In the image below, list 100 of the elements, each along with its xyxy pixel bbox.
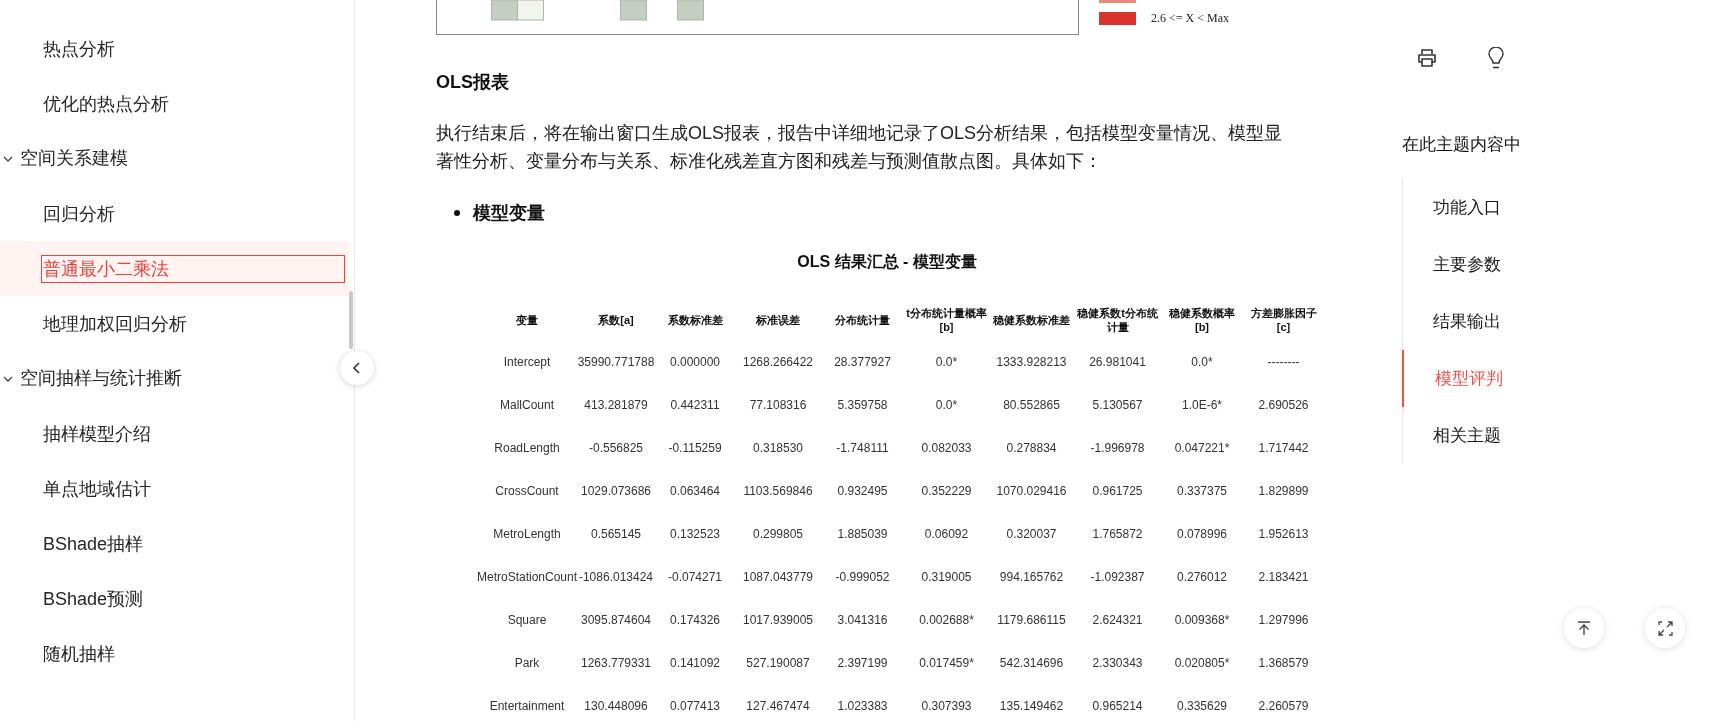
- table-cell-text: 0.299805: [751, 525, 805, 543]
- table-cell-text: -0.115259: [667, 439, 723, 457]
- table-cell-text: -1.092387: [1089, 568, 1146, 586]
- table-cell-text: 1263.779331: [579, 654, 653, 672]
- sidebar-item[interactable]: 普通最小二乘法: [0, 241, 349, 296]
- table-cell-text: 0.320037: [1005, 525, 1058, 543]
- expand-arrows-icon: [1657, 620, 1673, 636]
- print-button[interactable]: [1415, 46, 1439, 70]
- chevron-down-icon: [3, 375, 13, 382]
- sidebar-item[interactable]: 热点分析: [0, 21, 349, 76]
- lightbulb-icon: [1488, 46, 1504, 70]
- toc-link[interactable]: 结果输出: [1403, 293, 1602, 350]
- table-cell-text: Intercept: [502, 353, 552, 371]
- table-cell-text: 26.981041: [1088, 353, 1147, 371]
- column-header: 分布统计量: [834, 313, 891, 327]
- table-cell-text: MetroLength: [492, 525, 562, 543]
- table-cell-text: --------: [1266, 353, 1301, 371]
- table-cell-text: 2.690526: [1257, 396, 1310, 414]
- table-cell-text: 1.023383: [836, 697, 889, 715]
- table-cell-text: 0.017459*: [918, 654, 975, 672]
- table-cell-text: 1087.043779: [741, 568, 815, 586]
- table-cell-text: -1086.013424: [577, 568, 655, 586]
- table-cell-text: 0.337375: [1175, 482, 1229, 500]
- sidebar-item[interactable]: BShade抽样: [0, 516, 349, 571]
- toc-title: 在此主题内容中: [1402, 134, 1522, 156]
- table-cell-text: 2.624321: [1091, 611, 1144, 629]
- table-cell-text: MallCount: [499, 396, 555, 414]
- table-cell-text: -0.074271: [666, 568, 723, 586]
- table-cell-text: 0.335629: [1175, 697, 1229, 715]
- chevron-left-icon: [352, 361, 362, 375]
- toc-link[interactable]: 模型评判: [1401, 350, 1602, 407]
- table-cell-text: 0.565145: [589, 525, 643, 543]
- table-cell-text: 0.318530: [751, 439, 805, 457]
- table-cell-text: 0.132523: [668, 525, 722, 543]
- sidebar-item[interactable]: 随机抽样: [0, 626, 349, 681]
- fullscreen-button[interactable]: [1645, 608, 1685, 648]
- sidebar-group[interactable]: 空间抽样与统计推断: [0, 351, 334, 406]
- table-cell-text: 1103.569846: [742, 482, 814, 500]
- toc-link[interactable]: 相关主题: [1403, 407, 1602, 464]
- table-cell-text: 1179.686115: [996, 611, 1067, 629]
- table-cell-text: 80.552865: [1002, 396, 1061, 414]
- table-cell-text: 0.009368*: [1173, 611, 1231, 629]
- sidebar-item[interactable]: 回归分析: [0, 186, 349, 241]
- column-header: 稳健系数概率[b]: [1168, 306, 1236, 334]
- table-cell-text: 2.260579: [1257, 697, 1310, 715]
- table-cell-text: MetroStationCount: [477, 568, 577, 586]
- table-cell-text: 1333.928213: [995, 353, 1068, 371]
- scrollbar-thumb[interactable]: [349, 291, 353, 349]
- column-header: 标准误差: [755, 313, 801, 327]
- bullet-text: 模型变量: [473, 202, 545, 225]
- table-cell-text: 1.885039: [836, 525, 889, 543]
- table-cell-text: 3095.874604: [579, 611, 653, 629]
- table-cell-text: 0.276012: [1175, 568, 1229, 586]
- toc-link[interactable]: 主要参数: [1403, 236, 1602, 293]
- sidebar-item[interactable]: 优化的热点分析: [0, 76, 349, 131]
- table-cell-text: 0.0*: [934, 396, 959, 414]
- sidebar-group[interactable]: 空间关系建模: [0, 131, 334, 186]
- table-cell-text: 1.0E-6*: [1181, 396, 1223, 414]
- table-cell-text: 0.307393: [920, 697, 973, 715]
- table-cell-text: 0.047221*: [1173, 439, 1231, 457]
- table-cell-text: Square: [506, 611, 548, 629]
- collapse-sidebar-button[interactable]: [340, 351, 374, 385]
- table-cell-text: 1.829899: [1257, 482, 1310, 500]
- toc-link[interactable]: 功能入口: [1403, 179, 1602, 236]
- table-cell-text: 2.183421: [1257, 568, 1310, 586]
- table-cell-text: 0.141092: [668, 654, 722, 672]
- table-cell-text: 1268.266422: [741, 353, 815, 371]
- table-cell-text: 0.174326: [668, 611, 722, 629]
- table-cell-text: 527.190087: [745, 654, 811, 672]
- column-header: 方差膨胀因子[c]: [1249, 306, 1318, 334]
- sidebar-item[interactable]: 单点地域估计: [0, 461, 349, 516]
- back-to-top-button[interactable]: [1564, 608, 1604, 648]
- column-header: 系数[a]: [597, 313, 635, 327]
- table-cell-text: 0.077413: [668, 697, 722, 715]
- section-heading: OLS报表: [436, 71, 510, 94]
- table-cell-text: 1070.029416: [995, 482, 1068, 500]
- table-cell-text: 0.961725: [1091, 482, 1144, 500]
- chevron-down-icon: [3, 155, 13, 162]
- table-cell-text: 0.06092: [923, 525, 970, 543]
- table-cell-text: 1.717442: [1257, 439, 1310, 457]
- table-cell-text: 5.359758: [836, 396, 889, 414]
- table-cell-text: 0.0*: [1190, 353, 1214, 371]
- table-cell-text: 0.002688*: [918, 611, 975, 629]
- sidebar-item[interactable]: BShade预测: [0, 571, 349, 626]
- table-cell-text: 1.297996: [1257, 611, 1310, 629]
- arrow-up-bar-icon: [1577, 620, 1591, 636]
- table-cell-text: 135.149462: [998, 697, 1065, 715]
- table-cell-text: 1.368579: [1257, 654, 1310, 672]
- table-cell-text: 0.932495: [836, 482, 889, 500]
- sidebar-item[interactable]: 抽样模型介绍: [0, 406, 349, 461]
- table-cell-text: 0.278834: [1005, 439, 1058, 457]
- legend-label: 2.6 <= X < Max: [1151, 10, 1229, 27]
- sidebar-item[interactable]: 地理加权回归分析: [0, 296, 349, 351]
- table-cell-text: 0.000000: [668, 353, 722, 371]
- table-cell-text: 1029.073686: [579, 482, 653, 500]
- table-cell-text: -0.556825: [587, 439, 644, 457]
- table-cell-text: 1017.939005: [741, 611, 815, 629]
- table-title: OLS 结果汇总 - 模型变量: [796, 252, 978, 272]
- print-icon: [1416, 47, 1438, 69]
- table-cell-text: 0.078996: [1175, 525, 1229, 543]
